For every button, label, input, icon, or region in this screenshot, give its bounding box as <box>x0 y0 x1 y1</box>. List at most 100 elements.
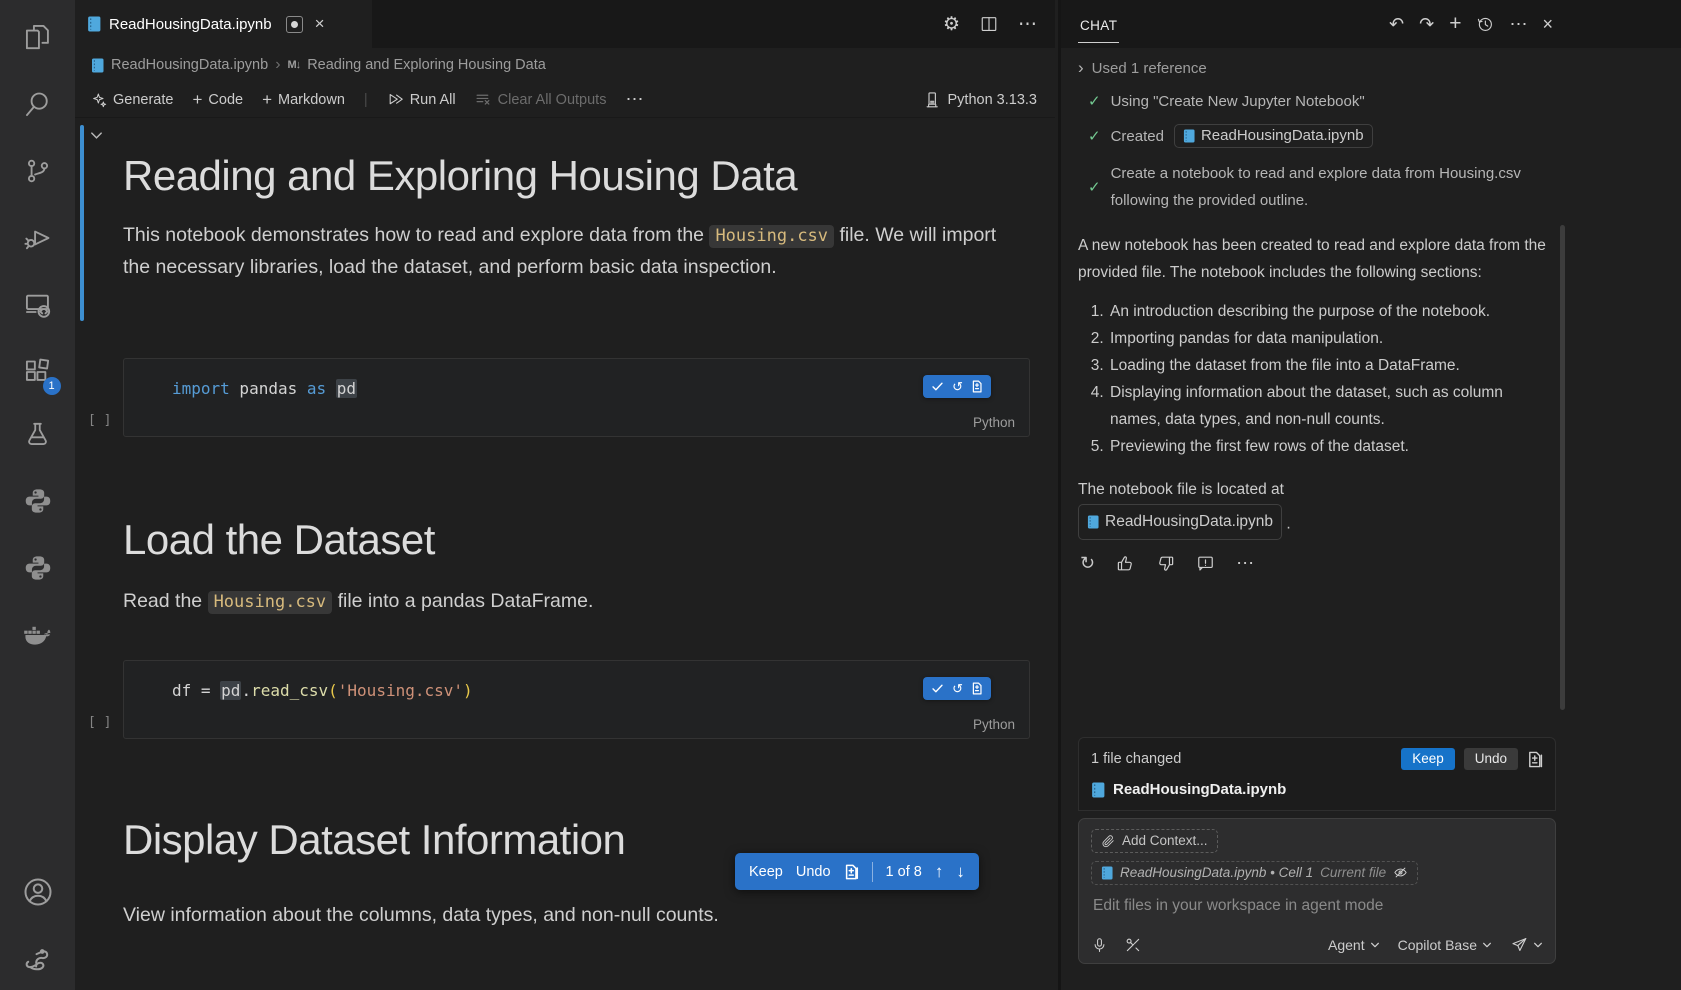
python-icon <box>24 554 52 582</box>
more-icon[interactable]: ⋯ <box>1236 553 1254 574</box>
thumbs-down-icon[interactable] <box>1156 554 1175 573</box>
sidebar-item-python-env[interactable] <box>13 476 63 526</box>
more-toolbar-icon[interactable]: ⋯ <box>625 89 643 110</box>
sidebar-item-testing[interactable] <box>13 409 63 459</box>
chat-message: › Used 1 reference ✓ Using "Create New J… <box>1078 48 1556 574</box>
toolbar-divider <box>872 862 873 882</box>
sidebar-item-search[interactable] <box>13 79 63 129</box>
check-icon: ✓ <box>1088 92 1101 110</box>
check-icon: ✓ <box>1088 174 1101 201</box>
sidebar-item-extensions[interactable]: 1 <box>13 347 63 397</box>
split-editor-icon[interactable] <box>980 15 998 33</box>
more-actions-icon[interactable]: ⋯ <box>1018 13 1037 36</box>
sidebar-item-docker[interactable] <box>13 610 63 660</box>
chat-list-item: Previewing the first few rows of the dat… <box>1108 433 1556 460</box>
tab-close-icon[interactable]: × <box>315 14 325 34</box>
account-icon <box>23 877 53 907</box>
account-button[interactable] <box>13 867 63 917</box>
clear-all-outputs-button[interactable]: Clear All Outputs <box>475 91 607 108</box>
chevron-down-icon <box>1482 940 1492 950</box>
code-line[interactable]: import pandas as pd <box>172 379 357 398</box>
editor-actions: ⚙ ⋯ <box>943 0 1055 48</box>
send-icon <box>1510 936 1528 954</box>
collapse-chevron-icon[interactable] <box>89 128 104 143</box>
editor-tab[interactable]: ReadHousingData.ipynb × <box>75 0 372 48</box>
history-icon[interactable] <box>1476 15 1494 33</box>
chevron-right-icon: › <box>1078 58 1084 78</box>
keep-all-button[interactable]: Keep <box>1401 748 1455 770</box>
new-chat-icon[interactable]: + <box>1449 12 1461 36</box>
tab-chat[interactable]: CHAT <box>1078 5 1119 43</box>
sidebar-item-run-debug[interactable] <box>13 213 63 263</box>
run-all-button[interactable]: Run All <box>387 91 456 108</box>
assistant-list: An introduction describing the purpose o… <box>1078 298 1556 460</box>
file-chip[interactable]: ReadHousingData.ipynb <box>1078 504 1282 540</box>
cell-language-picker[interactable]: Python <box>973 717 1015 732</box>
mode-picker[interactable]: Agent <box>1328 937 1380 953</box>
manage-button[interactable] <box>13 934 63 984</box>
breadcrumb: ReadHousingData.ipynb › M↓ Reading and E… <box>75 48 1055 82</box>
discard-icon[interactable]: ↺ <box>952 682 963 695</box>
file-chip[interactable]: ReadHousingData.ipynb <box>1174 124 1373 148</box>
changed-file-row[interactable]: ReadHousingData.ipynb <box>1091 781 1543 798</box>
chat-scrollbar[interactable] <box>1560 225 1565 710</box>
report-issue-icon[interactable] <box>1196 554 1215 573</box>
source-control-icon <box>24 157 52 185</box>
rerun-icon[interactable]: ↻ <box>1080 553 1095 574</box>
sidebar-item-python-packages[interactable] <box>13 543 63 593</box>
vscode-window: 1 ReadHousingData.ipynb × <box>0 0 1681 990</box>
notebook-icon <box>1087 515 1099 529</box>
breadcrumb-file[interactable]: ReadHousingData.ipynb <box>111 57 268 73</box>
chat-list-item: Importing pandas for data manipulation. <box>1108 325 1556 352</box>
tool-step: ✓ Using "Create New Jupyter Notebook" <box>1078 92 1556 110</box>
view-file-icon[interactable] <box>971 682 983 695</box>
edits-review-toolbar: Keep Undo 1 of 8 ↑ ↓ <box>735 853 979 890</box>
code-line[interactable]: df = pd.read_csv('Housing.csv') <box>172 681 473 700</box>
redo-icon[interactable]: ↷ <box>1419 14 1434 35</box>
notebook-icon <box>91 58 104 73</box>
keep-button[interactable]: Keep <box>749 864 783 880</box>
mic-icon[interactable] <box>1091 937 1108 954</box>
view-file-icon[interactable] <box>971 380 983 393</box>
chat-header: CHAT ↶ ↷ + ⋯ × <box>1061 0 1681 48</box>
attached-context-pill[interactable]: ReadHousingData.ipynb • Cell 1 Current f… <box>1091 861 1418 885</box>
code-cell-import[interactable]: [ ] import pandas as pd ↺ Python <box>123 358 1030 437</box>
assistant-text: The notebook file is located at ReadHous… <box>1078 475 1556 540</box>
previous-change-icon[interactable]: ↑ <box>935 862 944 882</box>
sidebar-item-explorer[interactable] <box>13 12 63 62</box>
discard-icon[interactable]: ↺ <box>952 380 963 393</box>
accept-check-icon[interactable] <box>931 682 944 695</box>
generate-button[interactable]: Generate <box>91 92 173 108</box>
undo-icon[interactable]: ↶ <box>1389 14 1404 35</box>
code-cell-read-csv[interactable]: [ ] df = pd.read_csv('Housing.csv') ↺ Py… <box>123 660 1030 739</box>
next-change-icon[interactable]: ↓ <box>956 862 965 882</box>
accept-check-icon[interactable] <box>931 380 944 393</box>
close-panel-icon[interactable]: × <box>1542 14 1553 35</box>
add-code-cell-button[interactable]: + Code <box>192 90 243 110</box>
kernel-picker[interactable]: Python 3.13.3 <box>923 91 1056 109</box>
chat-input[interactable] <box>1091 895 1547 925</box>
cell-language-picker[interactable]: Python <box>973 415 1015 430</box>
model-picker[interactable]: Copilot Base <box>1398 937 1492 953</box>
more-icon[interactable]: ⋯ <box>1509 14 1527 35</box>
send-button[interactable] <box>1510 936 1543 954</box>
notebook-icon <box>87 16 101 32</box>
undo-all-button[interactable]: Undo <box>1464 748 1518 770</box>
markdown-heading-load: Load the Dataset <box>123 516 435 564</box>
references-toggle[interactable]: › Used 1 reference <box>1078 58 1556 78</box>
breadcrumb-section[interactable]: Reading and Exploring Housing Data <box>307 57 546 73</box>
add-markdown-cell-button[interactable]: + Markdown <box>262 90 345 110</box>
sidebar-item-remote-explorer[interactable] <box>13 280 63 330</box>
undo-button[interactable]: Undo <box>796 864 831 880</box>
tools-icon[interactable] <box>1124 936 1142 954</box>
modified-indicator[interactable] <box>286 16 303 33</box>
breadcrumb-separator: › <box>275 56 280 74</box>
plus-icon: + <box>192 90 202 110</box>
add-context-button[interactable]: Add Context... <box>1091 829 1218 853</box>
diff-file-icon[interactable] <box>844 864 859 880</box>
thumbs-up-icon[interactable] <box>1116 554 1135 573</box>
notebook-content: Reading and Exploring Housing Data This … <box>75 118 1055 990</box>
sidebar-item-source-control[interactable] <box>13 146 63 196</box>
gear-icon[interactable]: ⚙ <box>943 13 960 36</box>
diff-file-icon[interactable] <box>1527 751 1543 768</box>
